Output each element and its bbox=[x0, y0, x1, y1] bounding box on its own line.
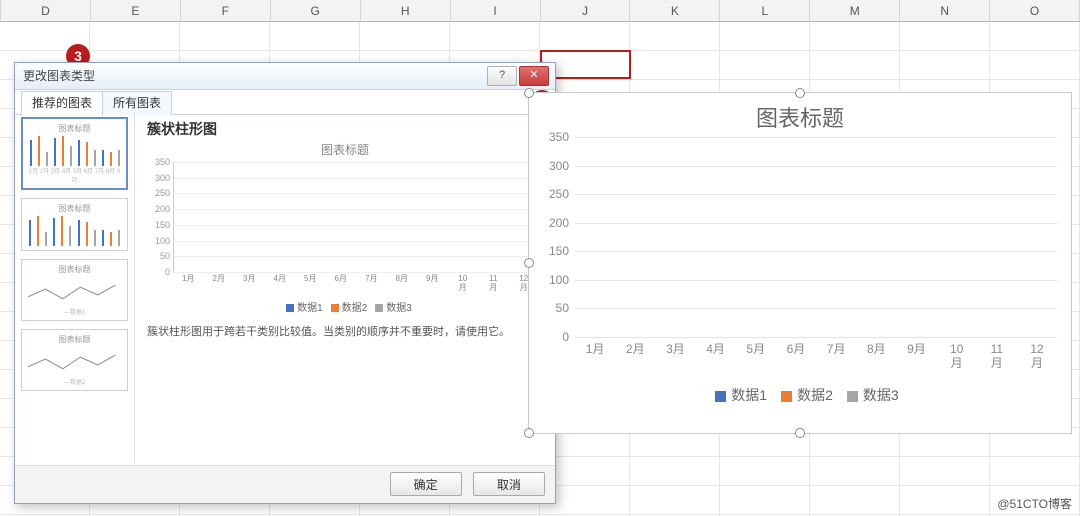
watermark: @51CTO博客 bbox=[997, 495, 1072, 512]
cancel-button[interactable]: 取消 bbox=[473, 472, 545, 496]
column-header-L[interactable]: L bbox=[720, 0, 810, 22]
chart-thumb-0[interactable]: 图表标题1月 2月 3月 4月 5月 6月 7月 8月 9月 bbox=[21, 117, 128, 190]
resize-handle-w[interactable] bbox=[524, 258, 534, 268]
column-header-G[interactable]: G bbox=[271, 0, 361, 22]
dialog-title-text: 更改图表类型 bbox=[23, 69, 95, 83]
chart-legend[interactable]: 数据1数据2数据3 bbox=[529, 385, 1071, 405]
change-chart-type-dialog: 更改图表类型 ? ✕ 推荐的图表所有图表 图表标题1月 2月 3月 4月 5月 … bbox=[14, 62, 556, 504]
preview-chart: 图表标题 050100150200250300350 1月2月3月4月5月6月7… bbox=[147, 141, 543, 314]
column-header-E[interactable]: E bbox=[91, 0, 181, 22]
column-header-F[interactable]: F bbox=[181, 0, 271, 22]
resize-handle-sw[interactable] bbox=[524, 428, 534, 438]
preview-chart-title: 图表标题 bbox=[147, 141, 543, 158]
chart-thumbnails: 图表标题1月 2月 3月 4月 5月 6月 7月 8月 9月图表标题图表标题—数… bbox=[15, 113, 135, 463]
resize-handle-s[interactable] bbox=[795, 428, 805, 438]
chart-thumb-2[interactable]: 图表标题—数据1 bbox=[21, 259, 128, 321]
chart-preview-pane: 簇状柱形图 图表标题 050100150200250300350 1月2月3月4… bbox=[135, 113, 555, 463]
preview-chart-legend: 数据1数据2数据3 bbox=[147, 299, 543, 314]
column-header-D[interactable]: D bbox=[0, 0, 91, 22]
ok-button[interactable]: 确定 bbox=[390, 472, 462, 496]
dialog-tabs: 推荐的图表所有图表 bbox=[15, 90, 555, 115]
chart-type-description: 簇状柱形图用于跨若干类别比较值。当类别的顺序并不重要时，请使用它。 bbox=[147, 324, 543, 341]
resize-handle-n[interactable] bbox=[795, 88, 805, 98]
dialog-close-button[interactable]: ✕ bbox=[519, 66, 549, 86]
column-header-N[interactable]: N bbox=[900, 0, 990, 22]
column-header-O[interactable]: O bbox=[990, 0, 1080, 22]
tab-all-charts[interactable]: 所有图表 bbox=[102, 91, 172, 115]
column-header-J[interactable]: J bbox=[541, 0, 631, 22]
resize-handle-nw[interactable] bbox=[524, 88, 534, 98]
column-header-H[interactable]: H bbox=[361, 0, 451, 22]
column-header-M[interactable]: M bbox=[810, 0, 900, 22]
chart-thumb-3[interactable]: 图表标题—数据2 bbox=[21, 329, 128, 391]
column-header-K[interactable]: K bbox=[630, 0, 720, 22]
column-header-row: DEFGHIJKLMNO bbox=[0, 0, 1080, 22]
chart-title[interactable]: 图表标题 bbox=[529, 101, 1071, 133]
dialog-help-button[interactable]: ? bbox=[487, 66, 517, 86]
column-header-I[interactable]: I bbox=[451, 0, 541, 22]
dialog-titlebar[interactable]: 更改图表类型 ? ✕ bbox=[15, 63, 555, 90]
chart-thumb-1[interactable]: 图表标题 bbox=[21, 198, 128, 251]
embedded-chart[interactable]: 图表标题 050100150200250300350 1月2月3月4月5月6月7… bbox=[528, 92, 1072, 434]
dialog-footer: 确定 取消 bbox=[15, 465, 555, 503]
chart-type-name: 簇状柱形图 bbox=[147, 119, 543, 139]
